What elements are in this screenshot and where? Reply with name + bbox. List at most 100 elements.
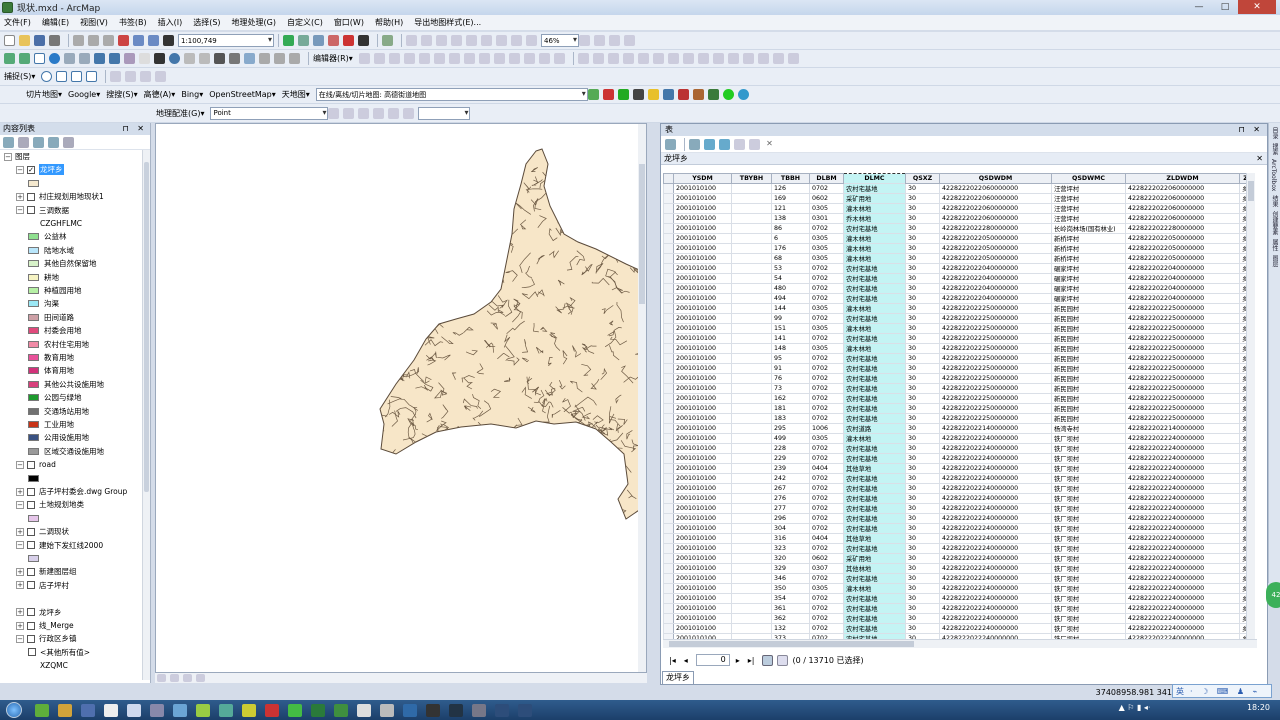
table-cell[interactable]: 农村宅基地 bbox=[843, 223, 906, 234]
table-cell[interactable]: 4228222022240000000 bbox=[1125, 513, 1240, 524]
table-cell[interactable]: 30 bbox=[905, 513, 940, 524]
table-cell[interactable]: 181 bbox=[771, 403, 810, 414]
table-cell[interactable]: 0404 bbox=[809, 533, 844, 544]
table-cell[interactable]: 30 bbox=[905, 463, 940, 474]
table-cell[interactable]: 4228222022250000000 bbox=[1125, 403, 1240, 414]
table-cell[interactable]: 30 bbox=[905, 413, 940, 424]
table-cell[interactable]: 农村宅基地 bbox=[843, 443, 906, 454]
table-row[interactable]: 2001010100 499 0305 灌木林地 30 42282220222400000… bbox=[663, 433, 1252, 444]
toc-layer-row[interactable]: XZQMC bbox=[40, 659, 68, 670]
task-explorer-icon[interactable] bbox=[57, 703, 72, 717]
row-selector[interactable] bbox=[663, 263, 674, 274]
table-cell[interactable] bbox=[731, 563, 772, 574]
row-selector[interactable] bbox=[663, 563, 674, 574]
table-cell[interactable]: 4228222022240000000 bbox=[939, 443, 1052, 454]
row-selector[interactable] bbox=[663, 403, 674, 414]
table-cell[interactable]: 汪营坪村 bbox=[1051, 203, 1126, 214]
table-cell[interactable]: 4228222022060000000 bbox=[939, 213, 1052, 224]
table-cell[interactable]: 0702 bbox=[809, 543, 844, 554]
table-cell[interactable] bbox=[731, 283, 772, 294]
table-cell[interactable]: 汪营坪村 bbox=[1051, 213, 1126, 224]
table-cell[interactable]: 53 bbox=[771, 263, 810, 274]
table-cell[interactable]: 30 bbox=[905, 583, 940, 594]
table-cell[interactable]: 铁厂坝村 bbox=[1051, 453, 1126, 464]
table-cell[interactable]: 4228222022250000000 bbox=[939, 383, 1052, 394]
table-cell[interactable]: 新民园村 bbox=[1051, 343, 1126, 354]
toc-layer-row[interactable]: − 图层 bbox=[4, 150, 30, 163]
expand-icon[interactable]: + bbox=[16, 581, 24, 590]
grid-vertical-scrollbar[interactable] bbox=[1246, 173, 1255, 639]
table-cell[interactable]: 2001010100 bbox=[673, 513, 732, 524]
table-cell[interactable]: 农村宅基地 bbox=[843, 523, 906, 534]
table-cell[interactable]: 长岭岗林场(国有林业) bbox=[1051, 223, 1126, 234]
table-cell[interactable]: 铁厂坝村 bbox=[1051, 493, 1126, 504]
toc-layer-row[interactable]: 陆地水域 bbox=[28, 244, 74, 257]
table-cell[interactable]: 4228222022050000000 bbox=[1125, 253, 1240, 264]
row-selector[interactable] bbox=[663, 603, 674, 614]
table-cell[interactable]: 2001010100 bbox=[673, 603, 732, 614]
table-cell[interactable] bbox=[731, 343, 772, 354]
table-cell[interactable] bbox=[731, 393, 772, 404]
table-cell[interactable]: 0702 bbox=[809, 593, 844, 604]
table-cell[interactable]: 0305 bbox=[809, 253, 844, 264]
model-builder-icon[interactable] bbox=[382, 35, 393, 46]
table-cell[interactable]: 304 bbox=[771, 523, 810, 534]
advanced-edit-6-icon[interactable] bbox=[667, 53, 679, 64]
paste-icon[interactable] bbox=[103, 35, 114, 46]
toc-layer-row[interactable]: + 线_Merge bbox=[16, 619, 74, 632]
menu-item[interactable]: 帮助(H) bbox=[375, 17, 403, 28]
table-row[interactable]: 2001010100 316 0404 其他草地 30 42282220222400000… bbox=[663, 533, 1252, 544]
table-cell[interactable]: 农村宅基地 bbox=[843, 403, 906, 414]
layout-fixed-in-icon[interactable] bbox=[481, 35, 492, 46]
toc-layer-row[interactable]: 种植园用地 bbox=[28, 284, 82, 297]
clear-selection-table-icon[interactable] bbox=[734, 138, 745, 150]
change-layout-icon[interactable] bbox=[609, 35, 620, 46]
split-icon[interactable] bbox=[493, 53, 505, 64]
legend-swatch[interactable] bbox=[28, 340, 39, 348]
draw-line-icon[interactable] bbox=[110, 71, 122, 82]
table-cell[interactable]: 0702 bbox=[809, 363, 844, 374]
table-cell[interactable]: 0602 bbox=[809, 193, 844, 204]
download-icon[interactable] bbox=[617, 89, 629, 100]
table-cell[interactable]: 0404 bbox=[809, 463, 844, 474]
table-cell[interactable]: 铁厂坝村 bbox=[1051, 623, 1126, 634]
table-cell[interactable]: 农村宅基地 bbox=[843, 363, 906, 374]
task-app-15-icon[interactable] bbox=[356, 703, 371, 717]
table-cell[interactable]: 4228222022040000000 bbox=[1125, 263, 1240, 274]
column-header[interactable]: TBYBH bbox=[731, 173, 772, 184]
expand-icon[interactable]: + bbox=[16, 192, 24, 201]
task-app-20-icon[interactable] bbox=[471, 703, 486, 717]
toc-layer-row[interactable]: + 新建图层组 bbox=[16, 565, 77, 578]
collapse-icon[interactable]: − bbox=[4, 152, 12, 161]
table-cell[interactable]: 灌木林地 bbox=[843, 303, 906, 314]
table-cell[interactable]: 2001010100 bbox=[673, 293, 732, 304]
table-cell[interactable]: 4228222022240000000 bbox=[1125, 463, 1240, 474]
viewer-icon[interactable] bbox=[403, 107, 415, 119]
table-cell[interactable]: 农村宅基地 bbox=[843, 603, 906, 614]
table-row[interactable]: 2001010100 91 0702 农村宅基地 30 42282220222500000… bbox=[663, 363, 1252, 374]
task-app-6-icon[interactable] bbox=[149, 703, 164, 717]
layer-visibility-checkbox[interactable] bbox=[27, 527, 35, 536]
region-polygon[interactable] bbox=[379, 148, 647, 520]
table-cell[interactable]: 0301 bbox=[809, 213, 844, 224]
table-cell[interactable]: 4228222022250000000 bbox=[1125, 333, 1240, 344]
table-cell[interactable]: 2001010100 bbox=[673, 623, 732, 634]
attribute-table[interactable]: YSDM TBYBH TBBH DLBM DLMC QSXZ QSDWDM QSDWMC ZLD… bbox=[663, 173, 1252, 639]
table-cell[interactable]: 2001010100 bbox=[673, 363, 732, 374]
georef-input[interactable] bbox=[418, 106, 471, 120]
table-cell[interactable]: 采矿用地 bbox=[843, 553, 906, 564]
table-cell[interactable]: 30 bbox=[905, 503, 940, 514]
table-cell[interactable]: 4228222022240000000 bbox=[939, 573, 1052, 584]
copy-icon[interactable] bbox=[88, 35, 99, 46]
next-record-button[interactable]: ▸ bbox=[736, 656, 740, 665]
edge-snapping-icon[interactable] bbox=[86, 71, 98, 82]
table-row[interactable]: 2001010100 126 0702 农村宅基地 30 4228222022060000… bbox=[663, 183, 1252, 194]
table-cell[interactable]: 4228222022040000000 bbox=[939, 273, 1052, 284]
bing-menu[interactable]: Bing▾ bbox=[181, 90, 203, 99]
table-cell[interactable]: 农村宅基地 bbox=[843, 373, 906, 384]
table-cell[interactable] bbox=[731, 213, 772, 224]
table-cell[interactable] bbox=[731, 243, 772, 254]
row-selector[interactable] bbox=[663, 513, 674, 524]
table-cell[interactable]: 2001010100 bbox=[673, 243, 732, 254]
row-selector[interactable] bbox=[663, 363, 674, 374]
